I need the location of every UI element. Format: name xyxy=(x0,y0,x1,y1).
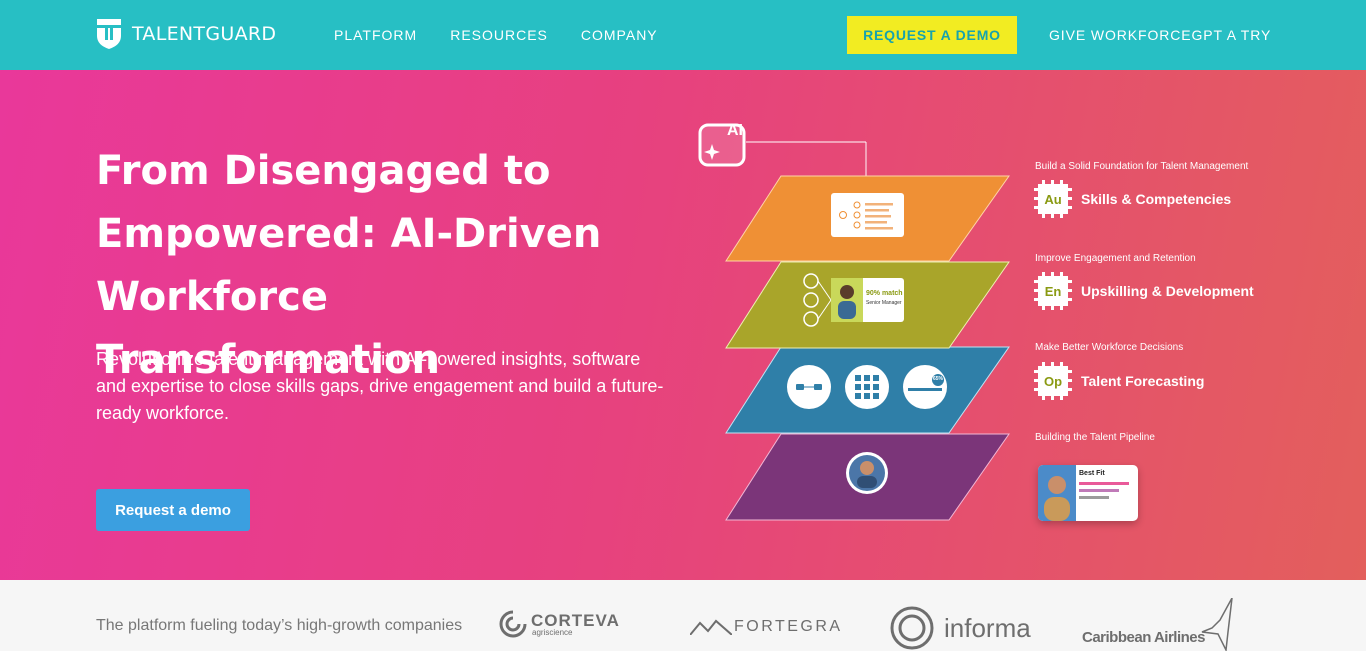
clients-label: The platform fueling today’s high-growth… xyxy=(96,617,463,634)
hummingbird-icon xyxy=(1201,598,1233,651)
corteva-logo: CORTEVA agriscience xyxy=(499,610,620,638)
talentguard-logo[interactable]: TALENTGUARD xyxy=(96,18,276,50)
hero-section: From Disengaged to Empowered: AI-Driven … xyxy=(0,70,1366,580)
match-percent: 90% match xyxy=(866,290,903,297)
best-fit-bar xyxy=(1079,489,1119,492)
request-demo-hero-button[interactable]: Request a demo xyxy=(96,489,250,531)
best-fit-card: Best Fit xyxy=(1038,465,1138,521)
feature-caption-decisions: Make Better Workforce Decisions xyxy=(1035,342,1184,353)
best-fit-bar xyxy=(1079,482,1129,485)
brand-name: TALENTGUARD xyxy=(132,23,277,45)
best-fit-bar xyxy=(1079,496,1109,499)
chip-icon: En xyxy=(1034,272,1072,310)
request-demo-nav-button[interactable]: REQUEST A DEMO xyxy=(847,16,1017,54)
chip-icon: Op xyxy=(1034,362,1072,400)
top-navigation: TALENTGUARD PLATFORM RESOURCES COMPANY R… xyxy=(0,0,1366,70)
hero-subtitle: Revolutionize talent management with AI-… xyxy=(96,349,664,423)
corteva-name: CORTEVA xyxy=(531,610,620,630)
fortegra-name: FORTEGRA xyxy=(734,618,843,635)
clients-strip: The platform fueling today’s high-growth… xyxy=(0,580,1366,651)
nav-link-company[interactable]: COMPANY xyxy=(581,27,658,43)
primary-nav: PLATFORM RESOURCES COMPANY xyxy=(334,27,691,43)
avatar-icon xyxy=(1038,465,1076,521)
nav-link-platform[interactable]: PLATFORM xyxy=(334,27,417,43)
best-fit-label: Best Fit xyxy=(1079,470,1105,477)
corteva-mark-icon xyxy=(499,610,527,638)
nav-link-resources[interactable]: RESOURCES xyxy=(450,27,548,43)
workforcegpt-link[interactable]: GIVE WORKFORCEGPT A TRY xyxy=(1049,27,1271,43)
corteva-sub: agriscience xyxy=(532,627,573,637)
feature-title-development[interactable]: Upskilling & Development xyxy=(1081,283,1254,299)
informa-logo: informa xyxy=(888,604,1031,651)
fortegra-logo: FORTEGRA xyxy=(690,618,843,636)
match-role: Senior Manager xyxy=(866,300,902,306)
chip-symbol-op: Op xyxy=(1038,366,1068,396)
fortegra-mountain-icon xyxy=(690,619,732,635)
feature-title-forecasting[interactable]: Talent Forecasting xyxy=(1081,373,1204,389)
page: TALENTGUARD PLATFORM RESOURCES COMPANY R… xyxy=(0,0,1366,651)
forecast-badge: 65% xyxy=(933,376,944,382)
chip-symbol-en: En xyxy=(1038,276,1068,306)
talentguard-shield-icon xyxy=(97,19,121,49)
chip-symbol-au: Au xyxy=(1038,184,1068,214)
feature-caption-engagement: Improve Engagement and Retention xyxy=(1035,253,1196,264)
chip-icon: Au xyxy=(1034,180,1072,218)
informa-ring-icon xyxy=(890,606,934,650)
platform-layers-illustration xyxy=(725,141,1010,521)
informa-name: informa xyxy=(944,612,1031,643)
feature-caption-skills: Build a Solid Foundation for Talent Mana… xyxy=(1035,161,1249,172)
feature-caption-pipeline: Building the Talent Pipeline xyxy=(1035,432,1155,443)
feature-title-skills[interactable]: Skills & Competencies xyxy=(1081,191,1231,207)
ai-badge-label: AI xyxy=(727,122,743,139)
